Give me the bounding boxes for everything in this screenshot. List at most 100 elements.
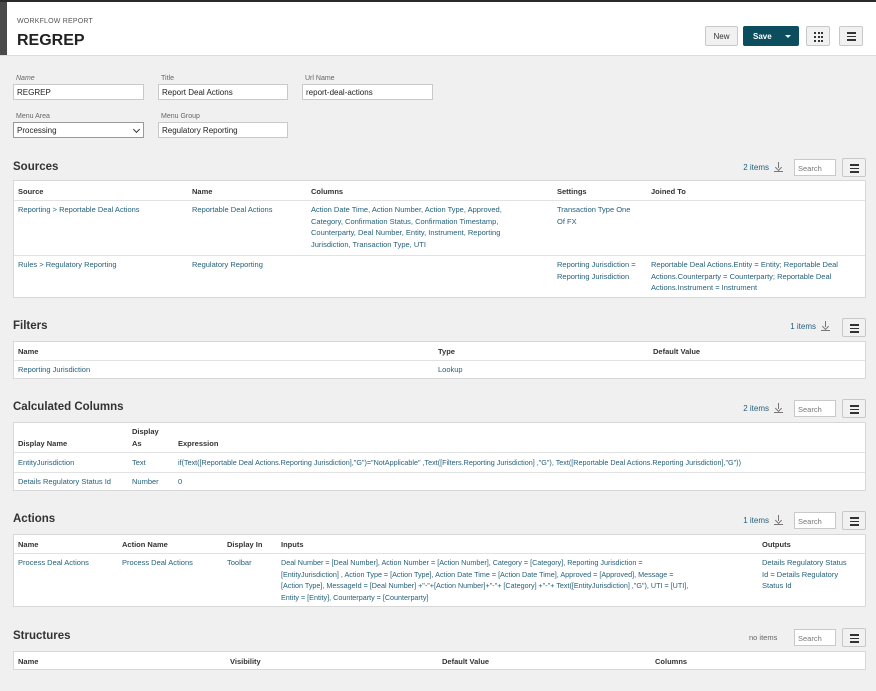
col-header-display-name: Display Name: [18, 439, 68, 448]
row-divider: [14, 255, 865, 256]
sources-count: 2 items: [743, 163, 769, 172]
hamburger-icon: [847, 32, 856, 43]
structures-menu-button[interactable]: [842, 628, 866, 647]
calc-name[interactable]: EntityJurisdiction: [18, 457, 74, 469]
col-header-default-value: Default Value: [653, 347, 701, 356]
sources-title: Sources: [13, 161, 59, 173]
title-field[interactable]: Report Deal Actions: [158, 84, 288, 100]
calc-name[interactable]: Details Regulatory Status Id: [18, 476, 111, 488]
col-header-default-value: Default Value: [442, 657, 490, 666]
actions-search-input[interactable]: Search: [794, 512, 836, 529]
col-header-outputs: Outputs: [762, 540, 791, 549]
hamburger-icon: [850, 517, 859, 528]
structures-table: Name Visibility Default Value Columns: [13, 651, 866, 670]
actions-count: 1 items: [743, 516, 769, 525]
menu-area-value: Processing: [17, 126, 57, 135]
calculated-count: 2 items: [743, 404, 769, 413]
url-name-label: Url Name: [305, 75, 335, 82]
hamburger-icon: [850, 164, 859, 175]
row-divider: [14, 200, 865, 201]
menu-area-label: Menu Area: [16, 113, 50, 120]
actions-table: Name Action Name Display In Inputs Outpu…: [13, 534, 866, 607]
col-header-columns: Columns: [655, 657, 688, 666]
col-header-type: Type: [438, 347, 455, 356]
calc-expression: 0: [178, 477, 183, 486]
action-outputs: Details Regulatory Status Id = Details Re…: [762, 558, 847, 591]
name-field[interactable]: REGREP: [13, 84, 144, 100]
download-icon[interactable]: [821, 321, 830, 332]
filters-table: Name Type Default Value Reporting Jurisd…: [13, 341, 866, 379]
calculated-menu-button[interactable]: [842, 399, 866, 418]
hamburger-icon: [850, 405, 859, 416]
col-header-inputs: Inputs: [281, 540, 304, 549]
header-accent-bar: [0, 2, 7, 55]
structures-title: Structures: [13, 630, 71, 642]
filter-type: Lookup: [438, 365, 463, 374]
download-icon[interactable]: [774, 403, 783, 414]
source-settings: Reporting Jurisdiction = Reporting Jurisd…: [557, 260, 636, 281]
row-divider: [14, 472, 865, 473]
page-eyebrow: WORKFLOW REPORT: [17, 18, 93, 25]
grid-icon: [814, 32, 824, 42]
action-inputs: Deal Number = [Deal Number], Action Numb…: [281, 558, 689, 603]
col-header-settings: Settings: [557, 187, 587, 196]
row-divider: [14, 452, 865, 453]
col-header-joined-to: Joined To: [651, 187, 686, 196]
sources-search-input[interactable]: Search: [794, 159, 836, 176]
row-divider: [14, 553, 865, 554]
col-header-name: Name: [18, 540, 39, 549]
source-name: Reportable Deal Actions: [192, 205, 273, 214]
source-name: Regulatory Reporting: [192, 260, 263, 269]
grid-view-button[interactable]: [806, 26, 830, 46]
hamburger-icon: [850, 324, 859, 335]
col-header-name: Name: [18, 347, 39, 356]
url-name-field[interactable]: report-deal-actions: [302, 84, 433, 100]
save-button[interactable]: Save: [743, 26, 799, 46]
calc-as: Text: [132, 458, 146, 467]
download-icon[interactable]: [774, 162, 783, 173]
chevron-down-icon: [132, 125, 141, 134]
menu-area-select[interactable]: Processing: [13, 122, 144, 138]
col-header-display-as: Display As: [132, 427, 159, 448]
download-icon[interactable]: [774, 515, 783, 526]
calculated-search-input[interactable]: Search: [794, 400, 836, 417]
title-label: Title: [161, 75, 174, 82]
hamburger-icon: [850, 634, 859, 645]
calculated-columns-table: Display Name Display As Expression Entity…: [13, 422, 866, 491]
structures-count: no items: [749, 633, 778, 642]
filters-menu-button[interactable]: [842, 318, 866, 337]
col-header-columns: Columns: [311, 187, 344, 196]
calc-expression: if(Text([Reportable Deal Actions.Reporti…: [178, 458, 741, 467]
source-settings: Transaction Type One Of FX: [557, 205, 631, 226]
sources-menu-button[interactable]: [842, 158, 866, 177]
menu-group-field[interactable]: Regulatory Reporting: [158, 122, 288, 138]
action-display-in: Toolbar: [227, 558, 252, 567]
source-link[interactable]: Rules > Regulatory Reporting: [18, 259, 117, 271]
source-columns: Action Date Time, Action Number, Action …: [311, 205, 502, 250]
col-header-name: Name: [192, 187, 213, 196]
page-title: REGREP: [17, 32, 85, 49]
calculated-columns-title: Calculated Columns: [13, 401, 124, 413]
filters-title: Filters: [13, 320, 48, 332]
actions-menu-button[interactable]: [842, 511, 866, 530]
action-name[interactable]: Process Deal Actions: [18, 557, 89, 569]
row-divider: [14, 360, 865, 361]
actions-title: Actions: [13, 513, 56, 525]
new-button[interactable]: New: [705, 26, 738, 46]
col-header-action-name: Action Name: [122, 540, 168, 549]
page-menu-button[interactable]: [839, 26, 863, 46]
save-label: Save: [753, 31, 772, 41]
source-link[interactable]: Reporting > Reportable Deal Actions: [18, 204, 140, 216]
action-action-name: Process Deal Actions: [122, 558, 193, 567]
calc-as: Number: [132, 477, 159, 486]
save-dropdown-caret-icon[interactable]: [785, 35, 791, 38]
filter-name[interactable]: Reporting Jurisdiction: [18, 364, 90, 376]
sources-table: Source Name Columns Settings Joined To R…: [13, 180, 866, 298]
col-header-source: Source: [18, 187, 44, 196]
filters-count: 1 items: [790, 322, 816, 331]
col-header-display-in: Display In: [227, 540, 263, 549]
structures-search-input[interactable]: Search: [794, 629, 836, 646]
menu-group-label: Menu Group: [161, 113, 200, 120]
col-header-expression: Expression: [178, 439, 219, 448]
col-header-visibility: Visibility: [230, 657, 261, 666]
